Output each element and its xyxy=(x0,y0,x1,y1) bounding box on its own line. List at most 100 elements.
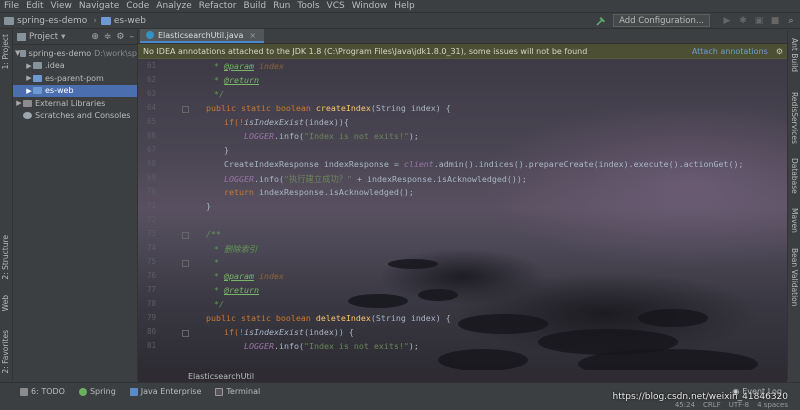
expand-arrow-icon[interactable]: ▶ xyxy=(15,99,23,107)
menu-bar: File Edit View Navigate Code Analyze Ref… xyxy=(0,0,800,13)
background-rock xyxy=(418,289,458,301)
tree-item-label: External Libraries xyxy=(35,98,106,108)
tab-structure[interactable]: 2: Structure xyxy=(1,235,10,280)
line-number: 62 xyxy=(146,75,156,84)
line-number: 65 xyxy=(146,117,156,126)
code-line: public static boolean createIndex(String… xyxy=(206,103,451,113)
locate-icon[interactable]: ⊕ xyxy=(91,32,99,42)
tree-item-path: D:\work\sp xyxy=(94,48,137,58)
fold-marker-icon[interactable] xyxy=(182,330,189,337)
menu-run[interactable]: Run xyxy=(273,1,290,11)
menu-analyze[interactable]: Analyze xyxy=(156,1,191,11)
gear-icon[interactable]: ⚙ xyxy=(116,32,124,42)
project-panel-title[interactable]: Project xyxy=(29,32,58,42)
code-line: LOGGER.info("Index is not exits!"); xyxy=(244,341,419,351)
run-toolbar: Add Configuration... ▶ ✱ ▣ ■ ⌕ xyxy=(595,14,796,27)
terminal-icon xyxy=(215,387,224,396)
expand-arrow-icon[interactable]: ▶ xyxy=(25,74,33,82)
tab-ant-build[interactable]: Ant Build xyxy=(790,38,799,72)
menu-edit[interactable]: Edit xyxy=(26,1,43,11)
breadcrumb-separator: › xyxy=(93,15,97,26)
menu-view[interactable]: View xyxy=(51,1,72,11)
close-icon[interactable]: × xyxy=(249,31,256,40)
menu-vcs[interactable]: VCS xyxy=(327,1,345,11)
background-rock xyxy=(388,259,438,269)
menu-code[interactable]: Code xyxy=(126,1,149,11)
tree-item-es-web[interactable]: ▶ es-web xyxy=(13,84,137,97)
navigation-bar: spring-es-demo › es-web Add Configuratio… xyxy=(0,13,800,29)
add-configuration-button[interactable]: Add Configuration... xyxy=(613,14,710,27)
project-tree: ▼ spring-es-demo D:\work\sp ▶ .idea ▶ es… xyxy=(13,45,137,122)
tool-terminal-label: Terminal xyxy=(226,387,261,396)
line-number: 66 xyxy=(146,131,156,140)
run-icon[interactable]: ▶ xyxy=(722,16,732,26)
menu-file[interactable]: File xyxy=(4,1,19,11)
tab-bean-validation[interactable]: Bean Validation xyxy=(790,248,799,307)
collapse-icon[interactable]: ≑ xyxy=(104,32,112,42)
line-number: 78 xyxy=(146,299,156,308)
tab-database[interactable]: Database xyxy=(790,158,799,194)
library-icon xyxy=(23,99,32,107)
tree-item-scratches[interactable]: Scratches and Consoles xyxy=(13,110,137,123)
breadcrumb-project[interactable]: spring-es-demo xyxy=(4,16,87,26)
attach-annotations-link[interactable]: Attach annotations xyxy=(692,47,768,56)
caret-position[interactable]: 45:24 xyxy=(675,401,695,409)
editor-breadcrumb-class[interactable]: ElasticsearchUtil xyxy=(188,372,254,381)
code-line: LOGGER.info("Index is not exits!"); xyxy=(244,131,419,141)
tab-redis-services[interactable]: RedisServices xyxy=(790,92,799,144)
tab-favorites[interactable]: 2: Favorites xyxy=(1,330,10,374)
tree-item-label: spring-es-demo xyxy=(28,48,92,58)
tree-item-external-libraries[interactable]: ▶ External Libraries xyxy=(13,97,137,110)
tool-terminal[interactable]: Terminal xyxy=(215,387,260,396)
tool-todo[interactable]: 6: TODO xyxy=(20,387,65,396)
debug-icon[interactable]: ✱ xyxy=(738,16,748,26)
fold-marker-icon[interactable] xyxy=(182,106,189,113)
breadcrumb-project-label: spring-es-demo xyxy=(17,15,88,26)
tab-web[interactable]: Web xyxy=(1,295,10,311)
code-line: */ xyxy=(214,299,224,309)
expand-arrow-icon[interactable]: ▶ xyxy=(25,62,33,70)
expand-arrow-icon[interactable]: ▶ xyxy=(25,87,33,95)
code-editor[interactable]: 61 62 63 64 65 66 67 68 69 70 71 72 73 7… xyxy=(138,59,787,370)
menu-build[interactable]: Build xyxy=(244,1,267,11)
line-separator[interactable]: CRLF xyxy=(703,401,721,409)
annotations-banner: No IDEA annotations attached to the JDK … xyxy=(138,44,787,59)
todo-icon xyxy=(20,387,28,396)
folder-icon xyxy=(33,62,42,70)
stop-icon[interactable]: ■ xyxy=(770,16,780,26)
tab-maven[interactable]: Maven xyxy=(790,208,799,233)
code-line: * @param index xyxy=(214,271,284,281)
breadcrumb-module[interactable]: es-web xyxy=(100,15,146,26)
line-number: 79 xyxy=(146,313,156,322)
tree-item-root[interactable]: ▼ spring-es-demo D:\work\sp xyxy=(13,47,137,60)
background-rock xyxy=(458,314,548,334)
menu-window[interactable]: Window xyxy=(352,1,388,11)
hide-icon[interactable]: – xyxy=(130,32,135,42)
tab-project[interactable]: 1: Project xyxy=(1,34,10,69)
menu-navigate[interactable]: Navigate xyxy=(79,1,119,11)
search-icon[interactable]: ⌕ xyxy=(786,16,796,26)
indent-setting[interactable]: 4 spaces xyxy=(757,401,788,409)
menu-refactor[interactable]: Refactor xyxy=(199,1,237,11)
code-line: } xyxy=(224,145,229,155)
tool-java-enterprise[interactable]: Java Enterprise xyxy=(129,387,201,396)
project-panel: Project ▾ ⊕ ≑ ⚙ – ▼ spring-es-demo D:\wo… xyxy=(13,30,138,380)
menu-tools[interactable]: Tools xyxy=(297,1,319,11)
build-hammer-icon[interactable] xyxy=(595,15,607,27)
chevron-down-icon[interactable]: ▾ xyxy=(61,32,65,42)
coverage-icon[interactable]: ▣ xyxy=(754,16,764,26)
banner-gear-icon[interactable]: ⚙ xyxy=(776,47,783,56)
fold-marker-icon[interactable] xyxy=(182,260,189,267)
file-encoding[interactable]: UTF-8 xyxy=(729,401,749,409)
breadcrumb-module-label: es-web xyxy=(113,15,146,26)
line-number: 80 xyxy=(146,327,156,336)
tree-item-idea[interactable]: ▶ .idea xyxy=(13,60,137,73)
fold-marker-icon[interactable] xyxy=(182,232,189,239)
menu-help[interactable]: Help xyxy=(394,1,415,11)
code-line: return indexResponse.isAcknowledged(); xyxy=(224,187,414,197)
tool-spring[interactable]: Spring xyxy=(78,387,116,396)
line-number: 70 xyxy=(146,187,156,196)
right-tool-strip: Ant Build RedisServices Database Maven B… xyxy=(787,30,800,380)
tree-item-es-parent-pom[interactable]: ▶ es-parent-pom xyxy=(13,72,137,85)
tab-elasticsearch-util[interactable]: ElasticsearchUtil.java × xyxy=(140,29,265,43)
